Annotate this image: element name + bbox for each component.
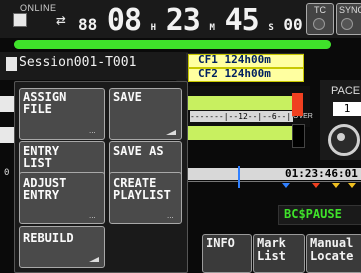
manual-locate-button-label: Manual Locate — [310, 236, 354, 263]
peak-over-indicator — [292, 93, 303, 116]
pace-knob-icon[interactable] — [328, 124, 360, 156]
timecode-display: 88 08 H 23 M 45 S 00 F — [78, 3, 318, 38]
timeline-time: 01:23:46:01 — [285, 167, 358, 180]
action-triangle-icon — [89, 257, 99, 262]
timecode-seconds: 45 — [224, 3, 260, 38]
pace-value: 1 — [333, 102, 361, 116]
channel-1-indicator — [0, 96, 14, 112]
sync-led-icon — [341, 18, 353, 30]
more-dots: ... — [167, 211, 174, 220]
timeline-line — [188, 181, 361, 182]
record-indicator-icon — [13, 13, 27, 27]
mark-yellow-icon — [348, 183, 356, 188]
channel-2-indicator — [0, 127, 14, 143]
cf2-slot-label: CF2 124h00m — [198, 67, 271, 80]
timecode-frames: 00 — [283, 15, 303, 34]
timecode-prefix: 88 — [78, 15, 98, 34]
repeat-icon: ⇄ — [56, 10, 66, 29]
timecode-minutes-unit: M — [209, 23, 215, 33]
save-as-label: SAVE AS — [113, 144, 164, 158]
pace-knob-center — [337, 133, 345, 141]
timecode-minutes: 23 — [165, 3, 201, 38]
more-dots: ... — [89, 211, 96, 220]
assign-file-label: ASSIGN FILE — [23, 90, 67, 116]
level-meter-1 — [188, 96, 292, 110]
tc-led-icon — [313, 18, 325, 30]
meter-scale-text: -------|--12--|--6--|-0 — [190, 112, 301, 121]
entry-list-label: ENTRY LIST — [23, 144, 60, 170]
timecode-hours-unit: H — [150, 23, 157, 33]
timecode-seconds-unit: S — [268, 23, 274, 33]
sync-button-label: SYNC — [339, 5, 361, 15]
save-label: SAVE — [113, 90, 142, 104]
more-dots: ... — [89, 126, 96, 135]
tc-button-label: TC — [314, 5, 326, 15]
online-label: ONLINE — [20, 3, 57, 13]
mark-red-icon — [312, 183, 320, 188]
mark-blue-icon — [282, 183, 290, 188]
action-triangle-icon — [166, 130, 176, 135]
cf1-slot-label: CF1 124h00m — [198, 53, 271, 66]
timecode-hours: 08 — [106, 3, 142, 38]
mark-yellow-icon — [332, 183, 340, 188]
rebuild-label: REBUILD — [23, 231, 74, 245]
info-button-label: INFO — [206, 236, 235, 250]
progress-fill — [14, 40, 331, 49]
session-name: Session001-T001 — [19, 55, 137, 70]
mark-list-button-label: Mark List — [257, 236, 286, 263]
status-text: BC$PAUSE — [284, 207, 342, 221]
document-icon — [6, 57, 17, 71]
timeline-left-value: 0 — [4, 168, 10, 178]
pace-label: PACE — [331, 85, 361, 97]
playhead-cursor[interactable] — [238, 166, 240, 188]
level-meter-2 — [188, 126, 292, 140]
adjust-entry-label: ADJUST ENTRY — [23, 176, 67, 202]
popup-pointer — [176, 71, 188, 81]
create-playlist-label: CREATE PLAYLIST — [113, 176, 171, 202]
peak-indicator-off — [292, 124, 305, 148]
